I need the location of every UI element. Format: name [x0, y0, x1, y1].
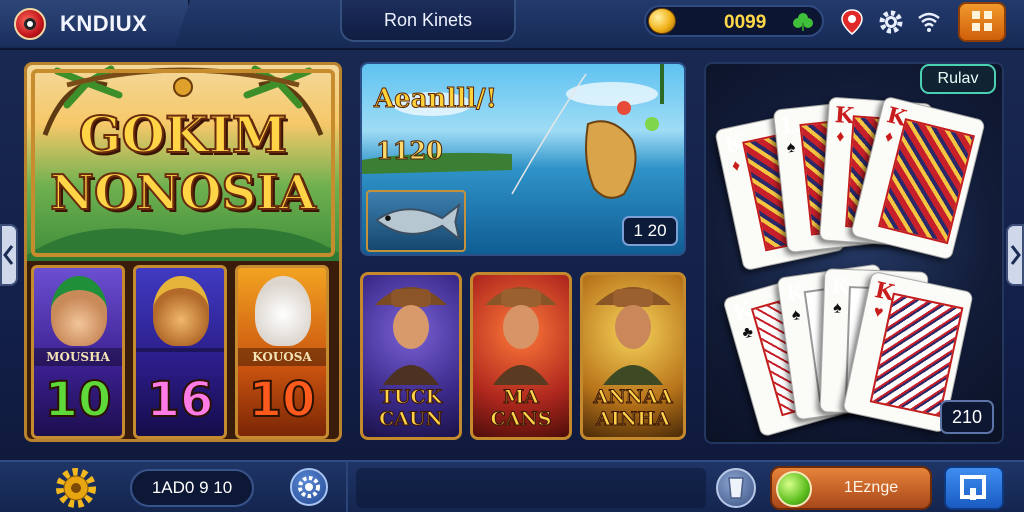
spade-suit-icon: ♠ — [790, 306, 802, 325]
cowboy-portrait-icon — [485, 287, 557, 385]
coin-icon — [648, 8, 676, 34]
slots-hero-banner: GOKIM NONOSIA — [27, 65, 339, 261]
location-pin-icon[interactable] — [838, 8, 866, 36]
cowboy-portrait-icon — [375, 287, 447, 385]
cowboy-game-card-3[interactable]: ANNAA AINHA — [580, 272, 686, 440]
slot-tile-3[interactable]: KOUOSA 10 — [235, 265, 329, 439]
fish-icon — [375, 202, 461, 242]
wifi-signal-icon — [918, 12, 940, 32]
cowboy-label-line1: MA — [503, 386, 540, 408]
card-face-art — [869, 292, 964, 418]
exchange-button[interactable]: 1Ezngе — [770, 466, 932, 510]
fishing-badge: 1 20 — [622, 216, 678, 246]
slots-title-line1: GOKIM — [78, 104, 288, 165]
scroll-left-arrow[interactable] — [0, 224, 18, 286]
cowboy-label-line2: AINHA — [596, 408, 671, 430]
fishing-score: 1120 — [376, 136, 444, 166]
cup-icon — [728, 477, 744, 499]
slot-tile-number: 10 — [44, 371, 113, 429]
cowboy-label-line1: ANNAA — [593, 386, 673, 408]
poker-game-card[interactable]: Rulav K ♦ L ♠ K ♦ K ♦ K ♣ K ♠ K ♠ K ♥ 21… — [704, 62, 1004, 444]
diamond-suit-icon: ♦ — [883, 128, 896, 147]
cowboy-label-line1: TUCK — [379, 386, 443, 408]
brand-name: KNDIUX — [60, 11, 148, 36]
menu-grid-icon — [972, 11, 992, 31]
spade-suit-icon: ♠ — [785, 138, 797, 157]
cowboy-game-card-1[interactable]: TUCK CAUN — [360, 272, 462, 440]
card-rank: L — [780, 112, 799, 140]
exchange-label: 1Ezngе — [843, 479, 899, 496]
exchange-coin-icon — [776, 471, 812, 507]
settings-button[interactable] — [290, 468, 328, 506]
menu-button[interactable] — [958, 2, 1006, 42]
cat-portrait-icon — [153, 276, 209, 346]
coin-balance: 0099 — [644, 5, 824, 37]
gear-icon — [298, 476, 320, 498]
cowboy-game-card-2[interactable]: MA CANS — [470, 272, 572, 440]
trophy-button[interactable] — [716, 468, 756, 508]
exit-button[interactable] — [944, 466, 1004, 510]
gold-gear-icon[interactable] — [54, 466, 98, 510]
player-name-tab[interactable]: Ron Kinets — [340, 0, 516, 42]
brand: KNDIUX — [0, 0, 190, 46]
diamond-suit-icon: ♦ — [835, 128, 846, 146]
slot-tile-name: MOUSHA — [34, 348, 122, 366]
slot-tile-2[interactable]: 16 — [133, 265, 227, 439]
brand-logo-icon — [14, 8, 46, 40]
chevron-right-icon — [1010, 245, 1021, 265]
rabbit-portrait-icon — [255, 276, 311, 346]
diamond-suit-icon: ♦ — [730, 156, 742, 176]
spade-suit-icon: ♠ — [832, 299, 842, 317]
slots-game-card[interactable]: GOKIM NONOSIA MOUSHA 10 16 KOUOSA 10 — [24, 62, 342, 442]
scroll-right-arrow[interactable] — [1006, 224, 1024, 286]
heart-suit-icon: ♥ — [871, 303, 885, 322]
add-coins-clover-icon[interactable] — [792, 12, 814, 32]
slots-title-line2: NONOSIA — [49, 164, 317, 222]
slot-tile-number: 16 — [146, 371, 215, 429]
slot-tile-1[interactable]: MOUSHA 10 — [31, 265, 125, 439]
card-rank: K — [830, 273, 851, 301]
top-bar: KNDIUX Ron Kinets 0099 — [0, 0, 1024, 50]
coin-value: 0099 — [724, 12, 767, 33]
slot-tile-number: 10 — [248, 371, 317, 429]
bet-value-display: 1AD0 9 10 — [130, 469, 254, 507]
slot-tile-name: KOUOSA — [238, 348, 326, 366]
exit-door-icon — [960, 475, 986, 500]
cowboy-label-line2: CANS — [490, 408, 552, 430]
slot-tile-name — [136, 348, 224, 352]
chevron-left-icon — [3, 245, 14, 265]
rules-button[interactable]: Rulav — [920, 64, 996, 94]
bottom-center-bar — [356, 468, 706, 508]
poker-badge: 210 — [940, 400, 994, 434]
bottom-bar: 1AD0 9 10 1Ezngе — [0, 460, 1024, 512]
fishing-game-card[interactable]: Aeanlll/! 1120 1 20 — [360, 62, 686, 256]
cowboy-label-line2: CAUN — [379, 408, 444, 430]
cowboy-portrait-icon — [595, 287, 671, 385]
fish-thumbnail — [366, 190, 466, 252]
bet-controls: 1AD0 9 10 — [18, 462, 348, 512]
club-suit-icon: ♣ — [740, 323, 756, 343]
character-portrait-icon — [51, 276, 107, 346]
settings-gear-icon[interactable] — [877, 8, 905, 36]
fishing-title: Aeanlll/! — [373, 84, 498, 115]
